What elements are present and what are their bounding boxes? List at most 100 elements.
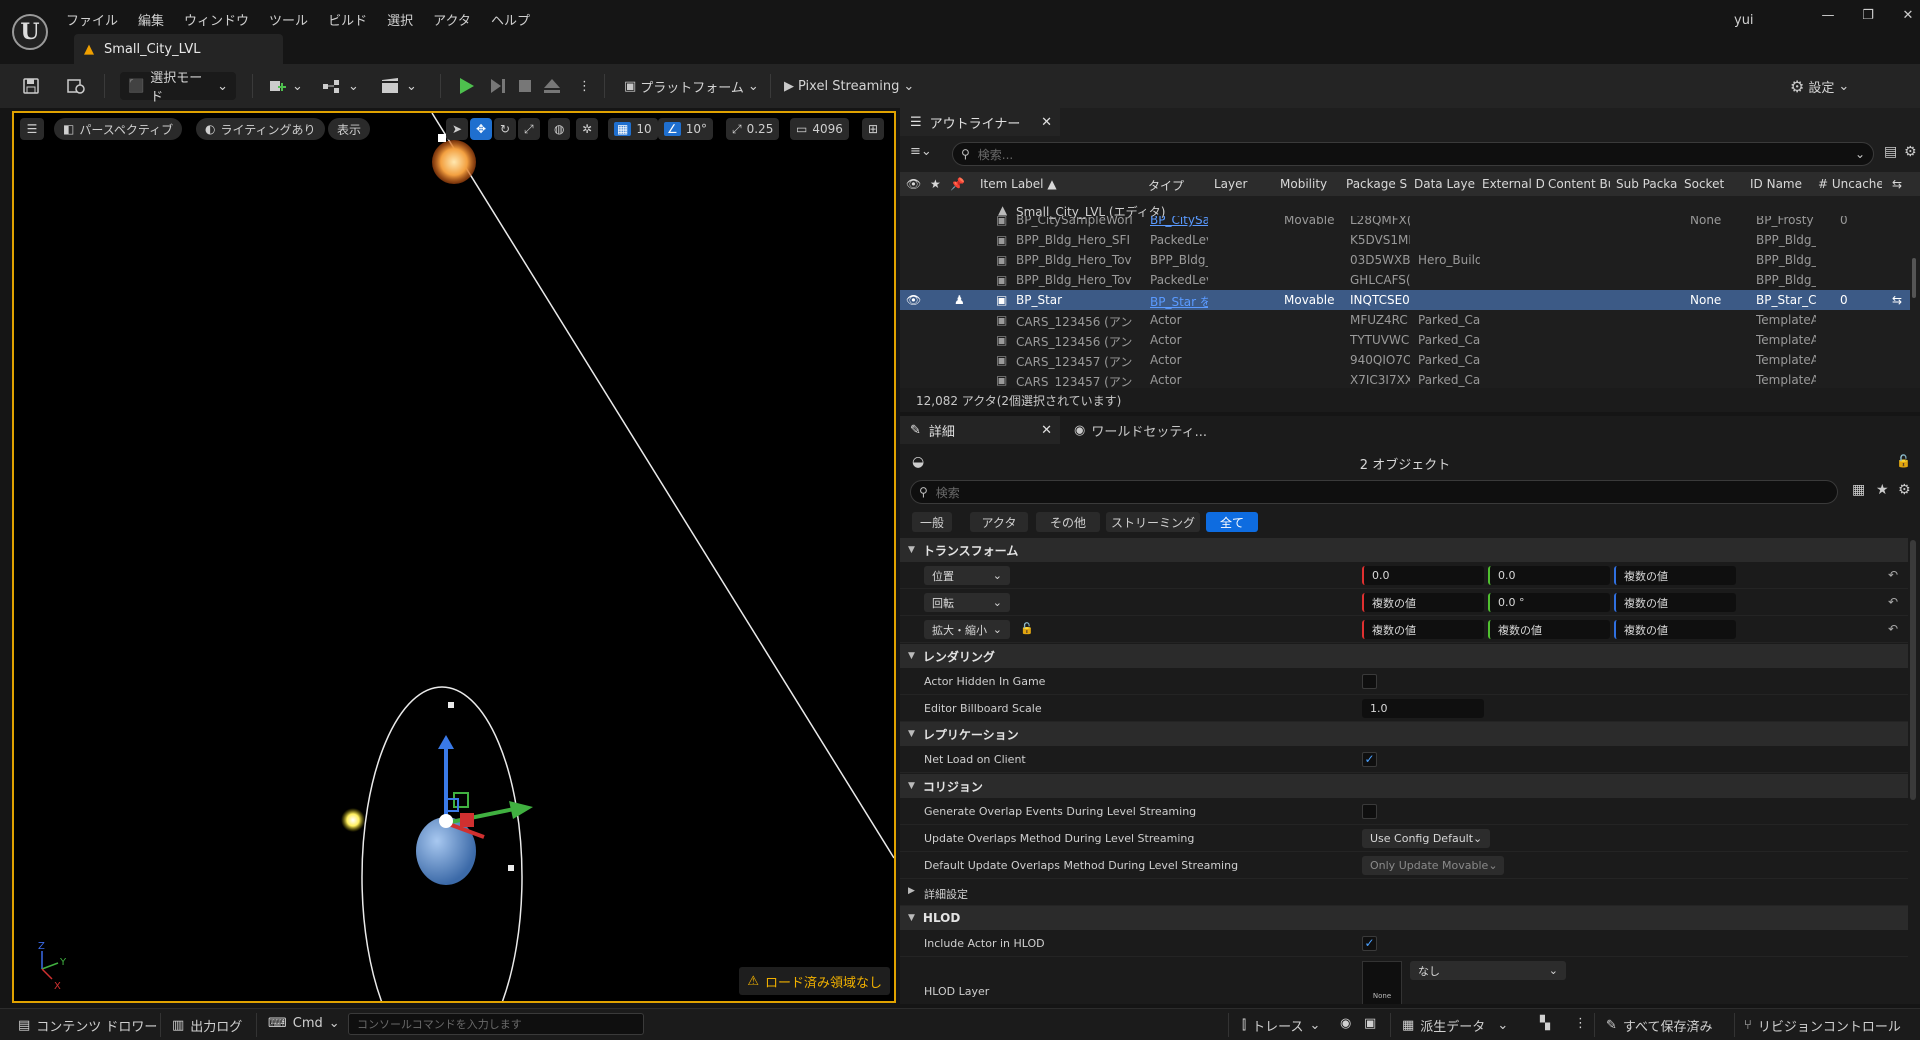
minimize-icon[interactable]: — bbox=[1808, 8, 1848, 23]
hlod-thumbnail[interactable]: None bbox=[1362, 961, 1402, 1004]
outliner-row[interactable]: ▣ BPP_Bldg_Hero_Tov BPP_Bldg_ 03D5WXBI Hero_… bbox=[900, 250, 1910, 270]
cmd-dropdown[interactable]: ⌨ Cmd ⌄ bbox=[268, 1016, 340, 1031]
revision-control-button[interactable]: ⑂ リビジョンコントロール bbox=[1744, 1016, 1901, 1035]
eject-button[interactable] bbox=[542, 72, 562, 100]
menu-tools[interactable]: ツール bbox=[269, 10, 308, 29]
filter-all[interactable]: 全て bbox=[1206, 512, 1258, 532]
layout-icon[interactable]: ⊞ bbox=[862, 118, 885, 140]
column-content-bundle[interactable]: Content Bu bbox=[1548, 177, 1610, 191]
pixel-streaming-dropdown[interactable]: ▶ Pixel Streaming ⌄ bbox=[784, 72, 914, 100]
outliner-row[interactable]: ▣ BP_CitySampleWorl BP_CitySa Movable L28QMF… bbox=[900, 216, 1910, 230]
column-uncache[interactable]: # Uncache bbox=[1818, 177, 1882, 191]
generate-overlap-checkbox[interactable] bbox=[1362, 804, 1377, 819]
show-button[interactable]: 表示 bbox=[328, 118, 371, 140]
favorite-col-icon[interactable]: ★ bbox=[930, 177, 941, 191]
column-socket[interactable]: Socket bbox=[1684, 177, 1744, 191]
actor-hidden-checkbox[interactable] bbox=[1362, 674, 1377, 689]
filter-actor[interactable]: アクタ bbox=[970, 512, 1028, 532]
location-dropdown[interactable]: 位置 ⌄ bbox=[924, 566, 1010, 585]
outliner-row[interactable]: ▣ CARS_123457 (アン Actor X7IC3I7XX Parked_Ca T… bbox=[900, 370, 1910, 388]
gear-icon[interactable]: ⚙ bbox=[1904, 144, 1917, 160]
prop-advanced[interactable]: ▶ 詳細設定 bbox=[900, 879, 1908, 906]
link-col-icon[interactable]: ⇆ bbox=[1892, 177, 1902, 191]
details-scrollbar[interactable] bbox=[1910, 540, 1916, 800]
outliner-row[interactable]: ▣ 👁 ♟ ⇆ BP_Star BP_Star を Movable INQTCSE0 None B… bbox=[900, 290, 1910, 310]
select-tool-icon[interactable]: ➤ bbox=[446, 118, 469, 140]
section-transform[interactable]: ▼ トランスフォーム bbox=[900, 538, 1908, 562]
reset-icon[interactable]: ↶ bbox=[1888, 622, 1898, 636]
location-z-field[interactable]: 複数の値 bbox=[1614, 566, 1736, 585]
link-icon[interactable]: ⇆ bbox=[1892, 293, 1902, 307]
surface-snap-icon[interactable]: ✲ bbox=[576, 118, 599, 140]
rotation-dropdown[interactable]: 回転 ⌄ bbox=[924, 593, 1010, 612]
details-tab[interactable]: ✎ 詳細 ✕ bbox=[900, 416, 1060, 444]
section-collision[interactable]: ▼ コリジョン bbox=[900, 774, 1908, 798]
chevron-down-icon[interactable]: ⌄ bbox=[1855, 147, 1865, 161]
column-type[interactable]: タイプ bbox=[1148, 177, 1198, 194]
play-button[interactable] bbox=[456, 72, 476, 100]
outliner-row[interactable]: ▣ BPP_Bldg_Hero_Tov PackedLev GHLCAFS(BPP_B… bbox=[900, 270, 1910, 290]
scale-z-field[interactable]: 複数の値 bbox=[1614, 620, 1736, 639]
table-view-icon[interactable]: ▦ bbox=[1852, 482, 1865, 498]
save-all-button[interactable]: ✎ すべて保存済み bbox=[1606, 1016, 1712, 1035]
lock-icon[interactable]: 🔓 bbox=[1896, 454, 1911, 468]
close-icon[interactable]: ✕ bbox=[1041, 423, 1052, 438]
reset-icon[interactable]: ↶ bbox=[1888, 595, 1898, 609]
column-data-layer[interactable]: Data Layer bbox=[1414, 177, 1476, 191]
outliner-row[interactable]: ▣ CARS_123456 (アン Actor MFUZ4RC Parked_Ca Tem… bbox=[900, 310, 1910, 330]
scale-x-field[interactable]: 複数の値 bbox=[1362, 620, 1484, 639]
details-search-input[interactable]: ⚲ 検索 bbox=[910, 480, 1838, 504]
scale-tool-icon[interactable]: ⤢ bbox=[518, 118, 540, 140]
visibility-icon[interactable]: 👁 bbox=[906, 293, 921, 307]
section-replication[interactable]: ▼ レプリケーション bbox=[900, 722, 1908, 746]
filter-icon[interactable]: ≡⌄ bbox=[910, 144, 932, 159]
outliner-row[interactable]: ▣ CARS_123456 (アン Actor TYTUVWC Parked_Ca Tem… bbox=[900, 330, 1910, 350]
filter-general[interactable]: 一般 bbox=[912, 512, 952, 532]
level-viewport[interactable]: Z Y X ☰ ◧ パースペクティブ ◐ ライティングあり 表示 ➤ ✥ ↻ ⤢… bbox=[12, 111, 896, 1003]
column-item-label[interactable]: Item Label ▲ bbox=[980, 177, 1110, 191]
screenshot-icon[interactable]: ▣ bbox=[1364, 1016, 1376, 1031]
hlod-layer-dropdown[interactable]: なし ⌄ bbox=[1410, 961, 1566, 980]
more-icon[interactable]: ⋮ bbox=[1574, 1016, 1587, 1031]
world-local-icon[interactable]: ◍ bbox=[548, 118, 571, 140]
menu-help[interactable]: ヘルプ bbox=[491, 10, 530, 29]
platform-dropdown[interactable]: ▣ プラットフォーム ⌄ bbox=[624, 72, 759, 100]
lighting-button[interactable]: ◐ ライティングあり bbox=[196, 118, 325, 140]
translate-tool-icon[interactable]: ✥ bbox=[470, 118, 493, 140]
play-options-icon[interactable]: ⋮ bbox=[578, 72, 591, 100]
viewport-menu-icon[interactable]: ☰ bbox=[20, 118, 44, 140]
section-rendering[interactable]: ▼ レンダリング bbox=[900, 644, 1908, 668]
rotation-z-field[interactable]: 複数の値 bbox=[1614, 593, 1736, 612]
step-button[interactable] bbox=[488, 72, 508, 100]
menu-file[interactable]: ファイル bbox=[66, 10, 118, 29]
filter-streaming[interactable]: ストリーミング bbox=[1106, 512, 1200, 532]
output-log-button[interactable]: ▥ 出力ログ bbox=[172, 1016, 242, 1035]
user-name[interactable]: yui bbox=[1734, 13, 1754, 28]
location-x-field[interactable]: 0.0 bbox=[1362, 566, 1484, 585]
location-y-field[interactable]: 0.0 bbox=[1488, 566, 1610, 585]
record-icon[interactable]: ◉ bbox=[1340, 1016, 1351, 1031]
outliner-scrollbar[interactable] bbox=[1912, 258, 1916, 298]
cinematics-button[interactable]: ⌄ bbox=[380, 72, 417, 100]
default-update-overlap-dropdown[interactable]: Only Update Movable ⌄ bbox=[1362, 856, 1504, 875]
menu-actor[interactable]: アクタ bbox=[433, 10, 471, 29]
net-load-checkbox[interactable]: ✓ bbox=[1362, 752, 1377, 767]
unreal-logo-icon[interactable]: U bbox=[12, 14, 48, 50]
close-icon[interactable]: ✕ bbox=[1041, 115, 1052, 130]
blueprint-button[interactable]: ⌄ bbox=[322, 72, 359, 100]
outliner-search-input[interactable]: ⚲ 検索... ⌄ bbox=[952, 142, 1874, 166]
scale-dropdown[interactable]: 拡大・縮小 ⌄ bbox=[924, 620, 1010, 639]
section-hlod[interactable]: ▼ HLOD bbox=[900, 906, 1908, 930]
camera-speed-button[interactable]: ▭ 4096 bbox=[790, 118, 849, 140]
content-drawer-button[interactable]: ▤ コンテンツ ドロワー bbox=[18, 1016, 157, 1035]
column-package[interactable]: Package S bbox=[1346, 177, 1408, 191]
world-settings-tab[interactable]: ◉ ワールドセッティ... bbox=[1064, 416, 1214, 444]
add-actor-button[interactable]: ⌄ bbox=[268, 72, 303, 100]
trace-dropdown[interactable]: ⫿ トレース ⌄ bbox=[1242, 1016, 1320, 1035]
rotation-x-field[interactable]: 複数の値 bbox=[1362, 593, 1484, 612]
column-id-name[interactable]: ID Name bbox=[1750, 177, 1810, 191]
rotation-y-field[interactable]: 0.0 ° bbox=[1488, 593, 1610, 612]
loaded-region-warning[interactable]: ⚠ ロード済み領域なし bbox=[739, 967, 890, 995]
include-hlod-checkbox[interactable]: ✓ bbox=[1362, 936, 1377, 951]
visibility-col-icon[interactable]: 👁 bbox=[906, 177, 921, 191]
